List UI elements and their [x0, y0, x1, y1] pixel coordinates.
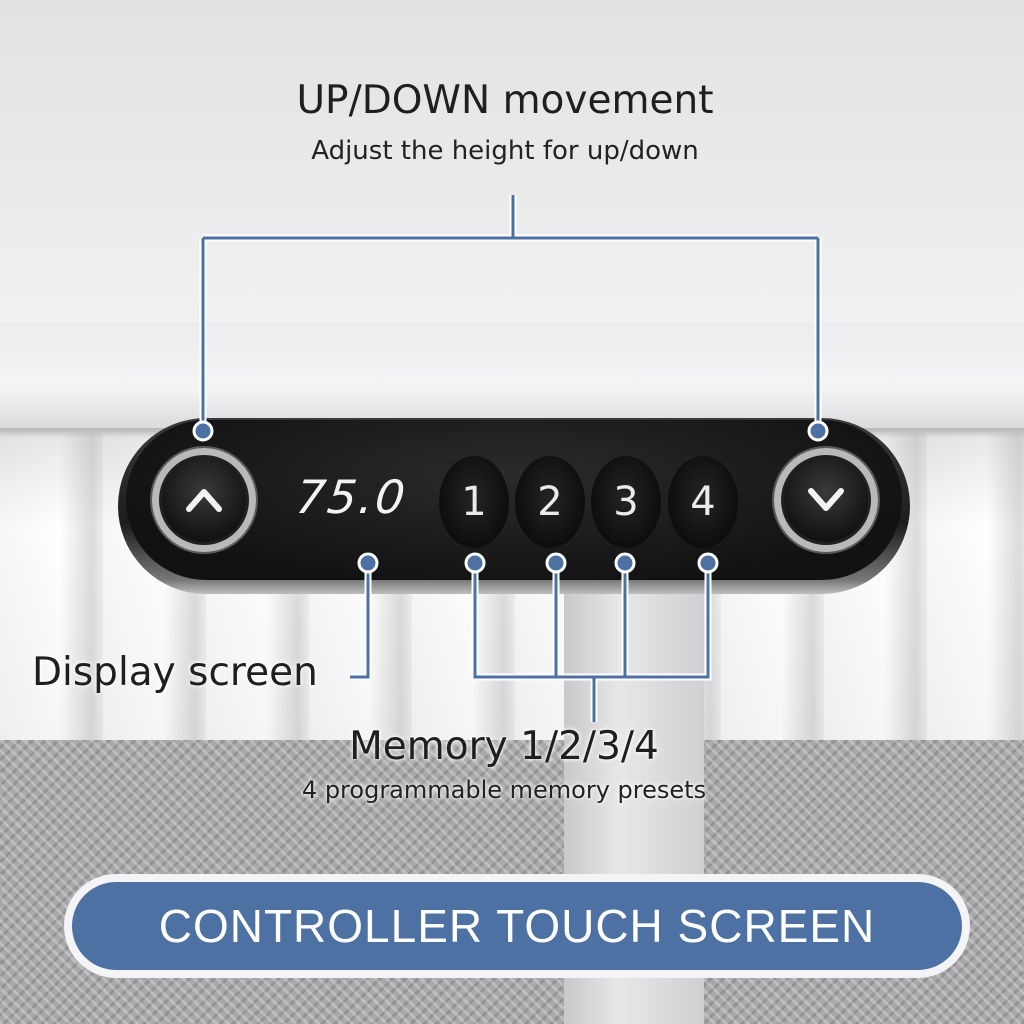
- memory-title: Memory 1/2/3/4: [349, 724, 659, 769]
- callout-dot-memory-1: [464, 552, 486, 574]
- updown-title: UP/DOWN movement: [296, 78, 714, 123]
- callout-dot-memory-2: [545, 552, 567, 574]
- callout-dot-down: [807, 420, 829, 442]
- callout-dot-display: [357, 552, 379, 574]
- callout-dot-memory-3: [614, 552, 636, 574]
- memory-subtitle: 4 programmable memory presets: [301, 776, 707, 804]
- display-title: Display screen: [32, 650, 318, 695]
- updown-subtitle: Adjust the height for up/down: [311, 136, 699, 166]
- callout-dot-up: [192, 420, 214, 442]
- banner-label: CONTROLLER TOUCH SCREEN: [72, 882, 962, 970]
- callout-dot-memory-4: [697, 552, 719, 574]
